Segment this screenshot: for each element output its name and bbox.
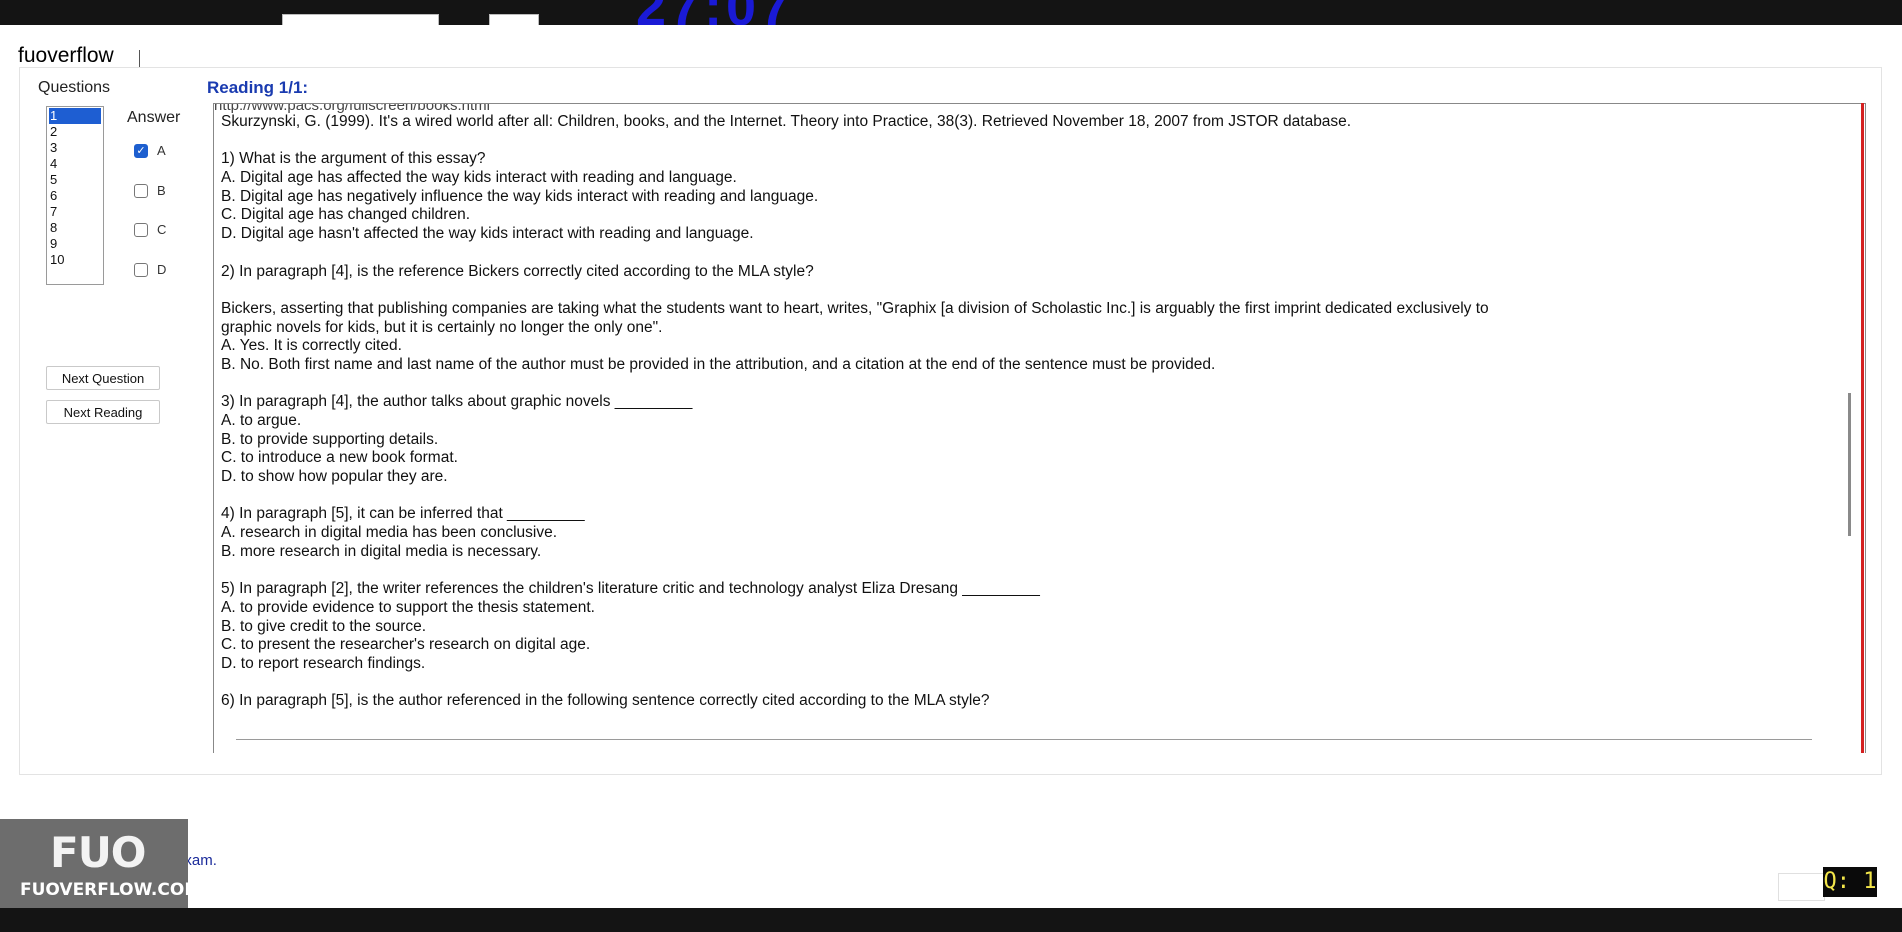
reading-spacer	[221, 132, 1821, 151]
question-list-item[interactable]: 7	[47, 204, 103, 220]
reading-spacer	[221, 674, 1821, 693]
top-small-field[interactable]	[489, 14, 539, 25]
next-reading-button[interactable]: Next Reading	[46, 400, 160, 424]
questions-label: Questions	[38, 79, 111, 96]
reading-line: D. to report research findings.	[221, 654, 426, 672]
scrollbar-thumb[interactable]	[1848, 393, 1851, 536]
logo-subtext: FUOVERFLOW.COM	[20, 880, 202, 900]
reading-line: A. Yes. It is correctly cited.	[221, 337, 402, 355]
reading-line: B. Digital age has negatively influence …	[221, 187, 819, 205]
reading-line: C. Digital age has changed children.	[221, 206, 471, 224]
reading-line: 2) In paragraph [4], is the reference Bi…	[221, 262, 814, 280]
question-list-item[interactable]: 4	[47, 156, 103, 172]
reading-divider	[236, 739, 1812, 740]
reading-line: 5) In paragraph [2], the writer referenc…	[221, 580, 1040, 598]
question-list-item[interactable]: 2	[47, 124, 103, 140]
top-bar: 27:07	[0, 0, 1902, 25]
answer-option-label: B	[157, 183, 166, 198]
reading-line: A. Digital age has affected the way kids…	[221, 169, 737, 187]
next-question-button[interactable]: Next Question	[46, 366, 160, 390]
answer-option-a[interactable]: ✓ A	[134, 143, 166, 158]
question-list-item[interactable]: 10	[47, 252, 103, 268]
reading-spacer	[221, 562, 1821, 581]
reading-line: B. No. Both first name and last name of …	[221, 355, 1216, 373]
checkbox-icon[interactable]	[134, 222, 148, 237]
question-number-field[interactable]	[1778, 873, 1825, 901]
reading-content: Skurzynski, G. (1999). It's a wired worl…	[221, 113, 1821, 711]
reading-line: B. more research in digital media is nec…	[221, 542, 542, 560]
checkbox-icon[interactable]	[134, 183, 148, 198]
logo-text: FUO	[50, 828, 146, 877]
question-list-item[interactable]: 1	[49, 108, 101, 124]
reading-spacer	[221, 487, 1821, 506]
reading-line: Skurzynski, G. (1999). It's a wired worl…	[221, 113, 1352, 130]
answer-option-c[interactable]: C	[134, 222, 166, 237]
reading-spacer	[221, 244, 1821, 263]
reading-line: 1) What is the argument of this essay?	[221, 150, 486, 168]
answer-option-label: D	[157, 262, 167, 277]
bottom-bar	[0, 908, 1902, 932]
question-list-item[interactable]: 3	[47, 140, 103, 156]
reading-line: 4) In paragraph [5], it can be inferred …	[221, 505, 585, 523]
reading-line: B. to provide supporting details.	[221, 430, 439, 448]
question-list-item[interactable]: 6	[47, 188, 103, 204]
reading-line: 6) In paragraph [5], is the author refer…	[221, 692, 990, 710]
reading-line: D. Digital age hasn't affected the way k…	[221, 225, 754, 243]
reading-line: C. to present the researcher's research …	[221, 636, 591, 654]
checkbox-icon[interactable]	[134, 262, 148, 277]
reading-spacer	[221, 281, 1821, 300]
question-list-item[interactable]: 8	[47, 220, 103, 236]
reading-line: C. to introduce a new book format.	[221, 449, 458, 467]
reading-edge-marker	[1861, 103, 1864, 753]
question-list[interactable]: 1 2 3 4 5 6 7 8 9 10	[46, 106, 104, 285]
reading-line: A. to provide evidence to support the th…	[221, 598, 595, 616]
reading-line: D. to show how popular they are.	[221, 468, 448, 486]
question-list-item[interactable]: 9	[47, 236, 103, 252]
answer-option-b[interactable]: B	[134, 183, 166, 198]
exam-timer: 27:07	[636, 0, 794, 25]
checkbox-checked-icon[interactable]: ✓	[134, 143, 148, 158]
brand-label: fuoverflow	[18, 44, 114, 67]
answer-option-label: A	[157, 143, 166, 158]
reading-line: B. to give credit to the source.	[221, 617, 427, 635]
reading-line: A. to argue.	[221, 412, 302, 429]
reading-line: A. research in digital media has been co…	[221, 524, 558, 542]
answer-label: Answer	[127, 109, 181, 126]
question-list-item[interactable]: 5	[47, 172, 103, 188]
reading-line: 3) In paragraph [4], the author talks ab…	[221, 393, 693, 411]
reading-text-area[interactable]: http://www.pacs.org/fullscreen/books.htm…	[213, 103, 1866, 753]
reading-title: Reading 1/1:	[207, 78, 309, 97]
answer-option-label: C	[157, 222, 167, 237]
reading-line: Bickers, asserting that publishing compa…	[221, 299, 1489, 317]
answer-option-d[interactable]: D	[134, 262, 166, 277]
reading-spacer	[221, 375, 1821, 394]
top-dropdown[interactable]	[282, 14, 439, 25]
reading-line: graphic novels for kids, but it is certa…	[221, 318, 663, 336]
question-badge: Q: 1	[1823, 867, 1877, 897]
